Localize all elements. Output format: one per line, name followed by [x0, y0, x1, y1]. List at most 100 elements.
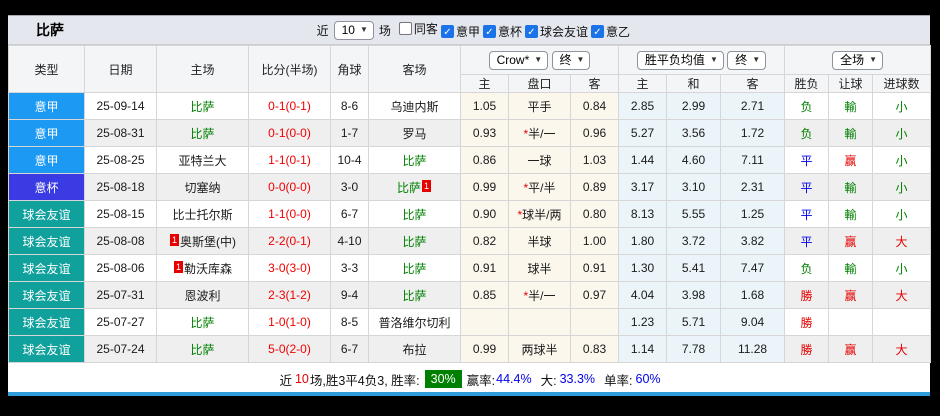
halftime-score: (0-0): [285, 126, 311, 140]
wdl-result: 负: [800, 99, 813, 114]
cell-away-team: 比萨: [368, 146, 461, 174]
cell-away-team: 罗马: [368, 119, 461, 147]
fulltime-score: 0-1: [268, 126, 286, 140]
cell-ah-line: 半球: [508, 227, 571, 255]
league-filter-同客[interactable]: 同客: [398, 20, 438, 37]
cell-ah-line: *平/半: [508, 173, 571, 201]
summary-recent-label: 近: [279, 373, 292, 388]
cell-result-goals: 小: [872, 119, 932, 147]
cell-home-team: 比士托尔斯: [156, 200, 249, 228]
cell-score: 2-3(1-2): [248, 281, 331, 309]
wdl-result: 平: [800, 153, 813, 168]
cell-corners: 1-7: [330, 119, 369, 147]
filter-label[interactable]: 意甲: [456, 23, 480, 40]
handicap-line: 半/一: [528, 288, 556, 303]
sub-header-ah-result: 让球: [828, 74, 874, 93]
table-row: 球会友谊 25-07-31 恩波利 2-3(1-2) 9-4 比萨 0.85 *半/一 0.97…: [8, 281, 932, 309]
cell-avg-home-odds: 1.14: [618, 335, 668, 363]
league-filter-球会友谊[interactable]: ✓ 球会友谊: [524, 23, 588, 40]
checkbox-checked-icon[interactable]: ✓: [524, 25, 538, 38]
cell-ah-home-odds: 1.05: [460, 92, 509, 120]
cell-avg-draw-odds: 5.55: [666, 200, 722, 228]
cell-home-team: 比萨: [156, 119, 249, 147]
fulltime-score: 1-0: [268, 315, 286, 329]
league-filter-意乙[interactable]: ✓ 意乙: [590, 23, 630, 40]
team-name: 比萨: [402, 207, 427, 222]
cell-league-type: 球会友谊: [8, 200, 85, 228]
cell-avg-away-odds: 2.31: [720, 173, 786, 201]
cell-ah-line: *半/一: [508, 281, 571, 309]
halftime-score: (2-0): [285, 342, 311, 356]
over-under-result: 小: [895, 180, 908, 195]
checkbox-unchecked-icon[interactable]: [398, 22, 412, 35]
cell-league-type: 球会友谊: [8, 335, 85, 363]
checkbox-checked-icon[interactable]: ✓: [440, 25, 454, 38]
cell-corners: 6-7: [330, 335, 369, 363]
cell-avg-draw-odds: 3.98: [666, 281, 722, 309]
cell-result-handicap: 赢: [828, 146, 874, 174]
event-badge: 1: [173, 260, 183, 273]
recent-count-select[interactable]: 10 ▼: [333, 20, 374, 40]
avg-odds-select[interactable]: 胜平负均值 ▼: [636, 50, 724, 70]
cell-result-handicap: 輸: [828, 254, 874, 282]
cell-result-handicap: 赢: [828, 335, 874, 363]
cell-avg-draw-odds: 3.10: [666, 173, 722, 201]
event-badge: 1: [170, 233, 179, 246]
cell-avg-home-odds: 1.80: [618, 227, 668, 255]
team-name: 比萨: [190, 315, 215, 330]
wdl-result: 平: [800, 234, 813, 249]
cell-result-wdl: 勝: [784, 308, 830, 336]
checkbox-checked-icon[interactable]: ✓: [482, 25, 496, 38]
fulltime-select[interactable]: 全场 ▼: [832, 50, 884, 70]
cell-score: 1-1(0-1): [248, 146, 331, 174]
avg-stage-select[interactable]: 终 ▼: [727, 50, 767, 70]
cell-away-team: 比萨: [368, 227, 461, 255]
odds-company-select[interactable]: Crow* ▼: [488, 50, 549, 70]
cell-result-goals: 小: [872, 92, 932, 120]
odds-stage-select[interactable]: 终 ▼: [551, 50, 591, 70]
cell-home-team: 亚特兰大: [156, 146, 249, 174]
cell-result-handicap: 輸: [828, 92, 874, 120]
over-under-result: 小: [895, 99, 908, 114]
table-row: 意甲 25-09-14 比萨 0-1(0-1) 8-6 乌迪内斯 1.05 平手 0.84 2.8…: [8, 92, 932, 120]
chevron-down-icon: ▼: [752, 54, 761, 64]
cell-avg-away-odds: 3.82: [720, 227, 786, 255]
wdl-result: 勝: [800, 342, 813, 357]
league-filter-意甲[interactable]: ✓ 意甲: [440, 23, 480, 40]
cell-corners: 4-10: [330, 227, 369, 255]
cell-avg-home-odds: 1.23: [618, 308, 668, 336]
team-name: 布拉: [402, 342, 427, 357]
team-name: 勒沃库森: [183, 261, 232, 276]
avg-odds-group-header: 胜平负均值 ▼ 终 ▼: [618, 45, 786, 75]
wdl-result: 负: [800, 261, 813, 276]
handicap-line: 球半: [527, 261, 552, 276]
cell-avg-draw-odds: 4.60: [666, 146, 722, 174]
filter-label[interactable]: 意乙: [606, 23, 630, 40]
filter-label[interactable]: 同客: [414, 20, 438, 37]
cell-date: 25-08-31: [84, 119, 157, 147]
cell-home-team: 比萨: [156, 335, 249, 363]
team-name: 亚特兰大: [178, 153, 227, 168]
cell-result-wdl: 平: [784, 173, 830, 201]
cell-avg-draw-odds: 5.71: [666, 308, 722, 336]
team-name: 奥斯堡(中): [180, 234, 236, 249]
checkbox-checked-icon[interactable]: ✓: [590, 25, 604, 38]
cell-date: 25-08-15: [84, 200, 157, 228]
cell-league-type: 意杯: [8, 173, 85, 201]
cell-result-wdl: 平: [784, 227, 830, 255]
handicap-line: 一球: [527, 153, 552, 168]
cell-ah-home-odds: 0.93: [460, 119, 509, 147]
handicap-line: 平手: [527, 99, 552, 114]
cell-result-handicap: 赢: [828, 227, 874, 255]
league-filter-意杯[interactable]: ✓ 意杯: [482, 23, 522, 40]
chevron-down-icon: ▼: [869, 54, 878, 64]
handicap-line: 半/一: [528, 126, 556, 141]
halftime-score: (0-1): [285, 234, 311, 248]
handicap-group-header: Crow* ▼ 终 ▼: [459, 45, 620, 75]
filter-label[interactable]: 球会友谊: [540, 23, 588, 40]
fulltime-score: 5-0: [268, 342, 286, 356]
filter-label[interactable]: 意杯: [498, 23, 522, 40]
league-filter-group: 同客 ✓ 意甲 ✓ 意杯 ✓ 球会友谊 ✓ 意乙: [396, 20, 630, 40]
cell-home-team: 比萨: [156, 92, 249, 120]
halftime-score: (1-0): [285, 315, 311, 329]
